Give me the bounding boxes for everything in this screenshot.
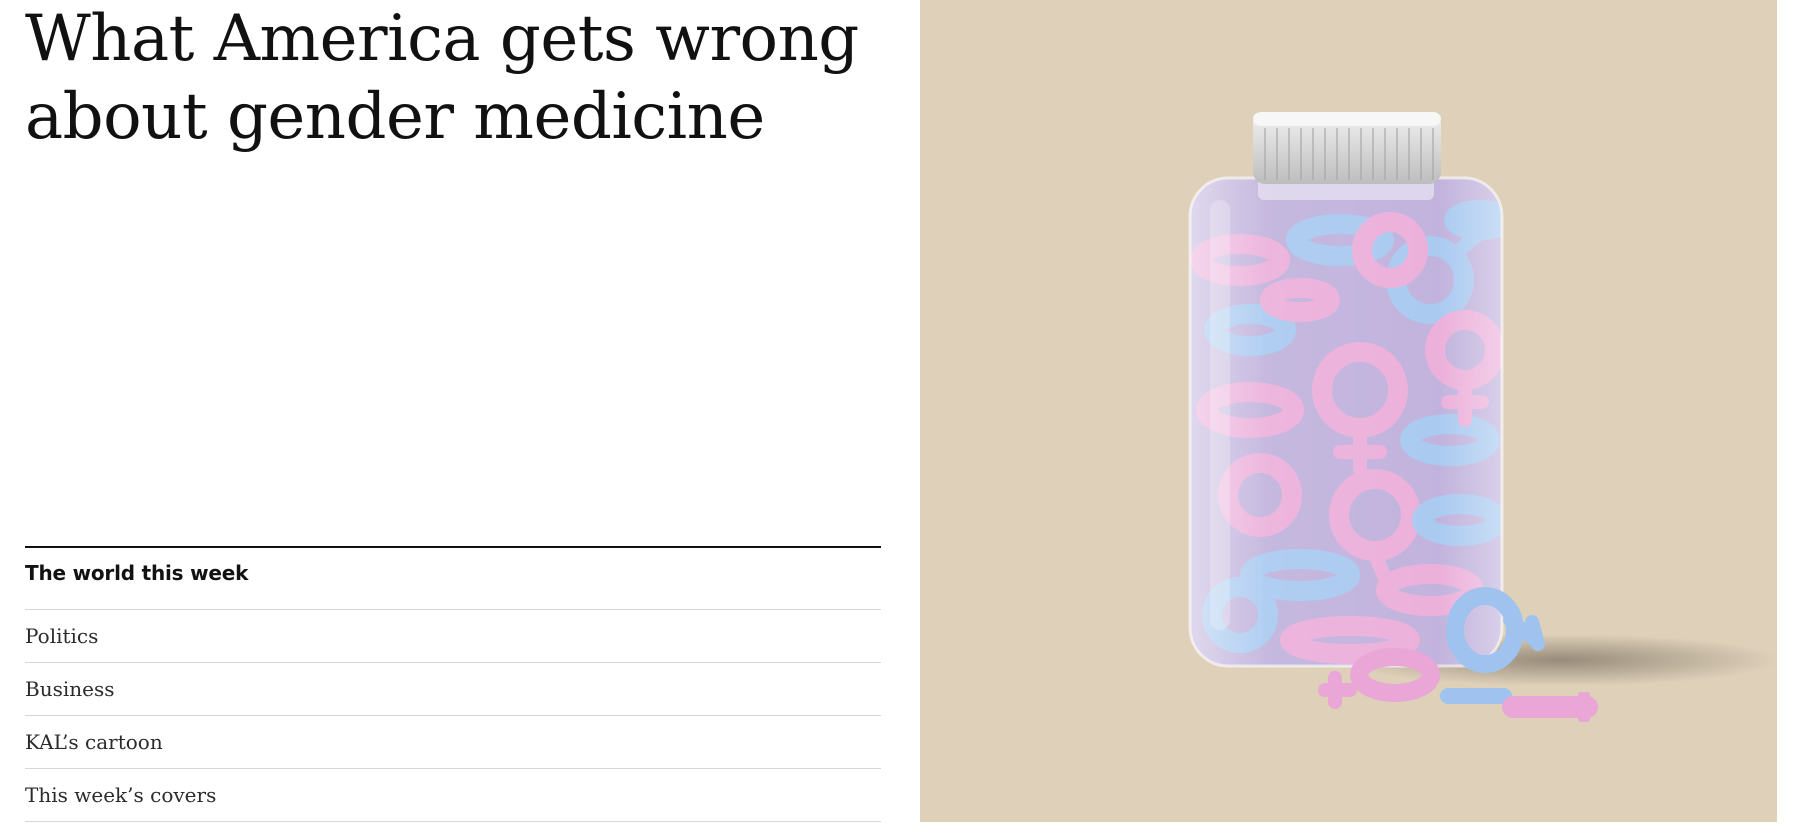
page: What America gets wrong about gender med… <box>0 0 1798 836</box>
article-column: What America gets wrong about gender med… <box>25 0 881 836</box>
section-link-business[interactable]: Business <box>25 663 881 716</box>
pill-bottle-illustration <box>1188 112 1777 722</box>
hero-image[interactable] <box>920 0 1777 822</box>
section-title[interactable]: The world this week <box>25 548 881 610</box>
section-link-this-weeks-covers[interactable]: This week’s covers <box>25 769 881 822</box>
section-link-politics[interactable]: Politics <box>25 610 881 663</box>
section-link-label: KAL’s cartoon <box>25 730 163 754</box>
section-link-label: Politics <box>25 624 99 648</box>
article-headline[interactable]: What America gets wrong about gender med… <box>25 0 865 156</box>
section-links: Politics Business KAL’s cartoon This wee… <box>25 610 881 822</box>
section-link-kals-cartoon[interactable]: KAL’s cartoon <box>25 716 881 769</box>
world-this-week-section: The world this week Politics Business KA… <box>25 546 881 822</box>
section-link-label: Business <box>25 677 115 701</box>
section-link-label: This week’s covers <box>25 783 217 807</box>
